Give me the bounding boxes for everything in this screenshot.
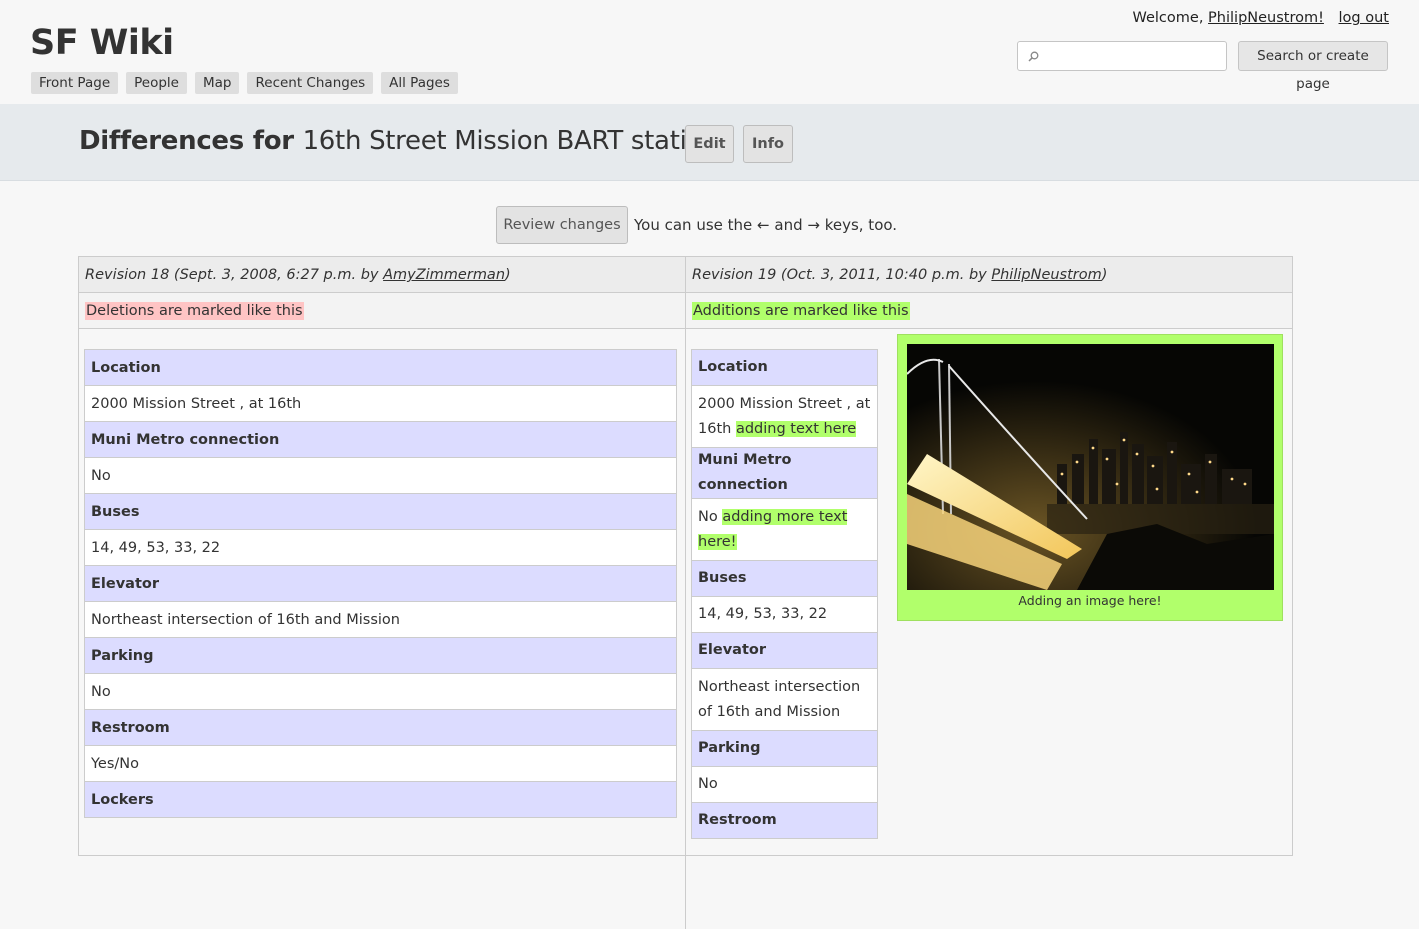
search-icon: [1028, 51, 1039, 62]
review-changes-button[interactable]: Review changes: [496, 206, 628, 244]
info-value: 14, 49, 53, 33, 22: [84, 529, 677, 566]
info-label: Location: [691, 349, 878, 386]
right-revision-label: Revision 19 (Oct. 3, 2011, 10:40 p.m. by: [692, 267, 992, 283]
info-label: Location: [84, 349, 677, 386]
info-value: No adding more text here!: [691, 498, 878, 561]
left-revision-label: Revision 18 (Sept. 3, 2008, 6:27 p.m. by: [85, 267, 384, 283]
info-value: Northeast intersection of 16th and Missi…: [691, 668, 878, 731]
info-value: No: [84, 673, 677, 710]
diff-table: Revision 18 (Sept. 3, 2008, 6:27 p.m. by…: [78, 256, 1293, 929]
info-value: 2000 Mission Street , at 16th adding tex…: [691, 385, 878, 448]
info-label: Lockers: [84, 781, 677, 818]
info-label: Restroom: [691, 802, 878, 839]
added-text: adding text here: [735, 420, 857, 437]
deletions-legend: Deletions are marked like this: [85, 302, 304, 320]
nav-people[interactable]: People: [126, 72, 187, 94]
search-input[interactable]: [1046, 47, 1220, 67]
deletions-legend-row: Deletions are marked like this: [79, 293, 686, 329]
right-revision-author-link[interactable]: PhilipNeustrom: [991, 267, 1101, 283]
info-label: Restroom: [84, 709, 677, 746]
page-title-name: 16th Street Mission BART station: [302, 126, 719, 156]
info-value: 2000 Mission Street , at 16th: [84, 385, 677, 422]
added-image-box: Adding an image here!: [897, 334, 1283, 621]
bay-bridge-night-photo[interactable]: [907, 344, 1274, 590]
user-profile-link[interactable]: PhilipNeustrom!: [1208, 10, 1324, 26]
info-value: Northeast intersection of 16th and Missi…: [84, 601, 677, 638]
info-label: Buses: [84, 493, 677, 530]
info-label: Elevator: [691, 632, 878, 669]
info-value: No: [84, 457, 677, 494]
image-caption: Adding an image here!: [1018, 593, 1162, 608]
edit-button[interactable]: Edit: [685, 125, 734, 163]
info-value: 14, 49, 53, 33, 22: [691, 596, 878, 633]
nav-recent-changes[interactable]: Recent Changes: [247, 72, 374, 94]
info-label: Parking: [84, 637, 677, 674]
info-label: Elevator: [84, 565, 677, 602]
added-text: adding more text here!: [698, 508, 848, 550]
site-title[interactable]: SF Wiki: [30, 23, 174, 63]
info-label: Muni Metro connection: [84, 421, 677, 458]
main-nav: Front Page People Map Recent Changes All…: [31, 72, 458, 94]
right-info-table: Location 2000 Mission Street , at 16th a…: [691, 349, 878, 839]
info-button[interactable]: Info: [743, 125, 793, 163]
page-title: Differences for 16th Street Mission BART…: [79, 126, 719, 156]
review-hint: You can use the ← and → keys, too.: [634, 216, 898, 234]
left-info-table: Location 2000 Mission Street , at 16th M…: [84, 349, 677, 818]
search-field[interactable]: [1017, 41, 1227, 71]
page-title-prefix: Differences for: [79, 126, 294, 156]
info-label: Muni Metro connection: [691, 447, 878, 499]
nav-front-page[interactable]: Front Page: [31, 72, 119, 94]
search-button[interactable]: Search or create page: [1238, 41, 1388, 92]
welcome-text: Welcome,: [1132, 10, 1204, 26]
additions-legend: Additions are marked like this: [692, 302, 910, 320]
nav-map[interactable]: Map: [194, 72, 240, 94]
left-revision-suffix: ): [505, 267, 511, 283]
info-value-text: No: [698, 508, 718, 525]
welcome-bar: Welcome, PhilipNeustrom! log out: [1133, 10, 1390, 26]
info-value: Yes/No: [84, 745, 677, 782]
logout-link[interactable]: log out: [1339, 10, 1389, 26]
right-revision-header: Revision 19 (Oct. 3, 2011, 10:40 p.m. by…: [686, 257, 1292, 293]
left-revision-header: Revision 18 (Sept. 3, 2008, 6:27 p.m. by…: [79, 257, 686, 293]
info-label: Buses: [691, 560, 878, 597]
left-revision-author-link[interactable]: AmyZimmerman: [383, 267, 505, 283]
right-revision-suffix: ): [1101, 267, 1108, 283]
nav-all-pages[interactable]: All Pages: [381, 72, 458, 94]
column-divider: [685, 329, 686, 929]
info-value: No: [691, 766, 878, 803]
info-label: Parking: [691, 730, 878, 767]
additions-legend-row: Additions are marked like this: [686, 293, 1292, 329]
